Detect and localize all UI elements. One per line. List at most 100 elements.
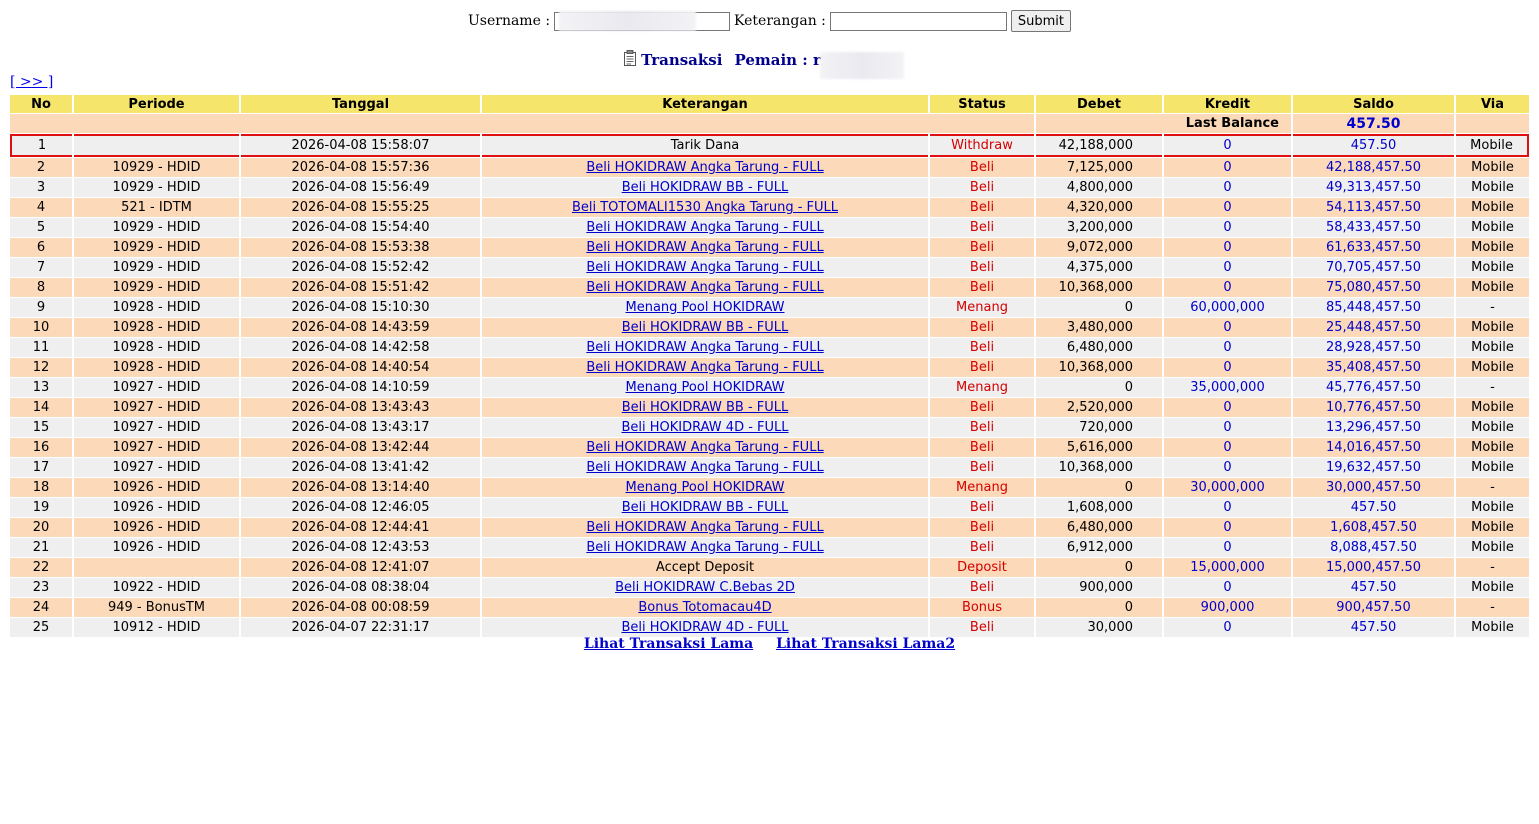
row-saldo: 8,088,457.50 [1293,538,1454,557]
keterangan-input[interactable] [829,11,1007,31]
transaction-detail-link[interactable]: Beli HOKIDRAW C.Bebas 2D [615,580,795,595]
transaction-detail-link[interactable]: Menang Pool HOKIDRAW [626,300,785,315]
row-kredit: 0 [1164,498,1291,517]
transaction-detail-link[interactable]: Menang Pool HOKIDRAW [626,380,785,395]
transaction-detail-link[interactable]: Beli HOKIDRAW BB - FULL [622,180,789,195]
row-periode: 10927 - HDID [74,398,239,417]
table-row: 15 10927 - HDID 2026-04-08 13:43:17 Beli HO… [10,418,1529,437]
transaction-detail-link[interactable]: Beli HOKIDRAW Angka Tarung - FULL [586,360,823,375]
row-keterangan: Tarik Dana [482,134,928,157]
row-status: Beli [930,518,1034,537]
row-saldo: 1,608,457.50 [1293,518,1454,537]
transaction-detail-link[interactable]: Beli HOKIDRAW Angka Tarung - FULL [586,540,823,555]
row-number: 13 [10,378,72,397]
transaction-detail-link[interactable]: Beli HOKIDRAW Angka Tarung - FULL [586,260,823,275]
next-page-link[interactable]: [ >> ] [10,74,53,90]
row-via: - [1456,378,1529,397]
transaction-detail-link[interactable]: Beli HOKIDRAW Angka Tarung - FULL [586,460,823,475]
transaction-detail-link[interactable]: Beli HOKIDRAW 4D - FULL [621,420,788,435]
transaction-detail-link[interactable]: Beli HOKIDRAW Angka Tarung - FULL [586,240,823,255]
row-debet: 0 [1036,598,1162,617]
row-saldo: 19,632,457.50 [1293,458,1454,477]
table-row: 13 10927 - HDID 2026-04-08 14:10:59 Menang … [10,378,1529,397]
row-number: 11 [10,338,72,357]
row-via: Mobile [1456,358,1529,377]
row-status: Beli [930,418,1034,437]
row-keterangan: Beli HOKIDRAW BB - FULL [482,178,928,197]
row-periode: 10929 - HDID [74,218,239,237]
row-saldo: 49,313,457.50 [1293,178,1454,197]
row-keterangan: Beli HOKIDRAW Angka Tarung - FULL [482,518,928,537]
filter-form: Username : Keterangan : Submit [0,9,1539,33]
transaction-detail-link[interactable]: Beli HOKIDRAW BB - FULL [622,400,789,415]
row-tanggal: 2026-04-07 22:31:17 [241,618,480,637]
row-tanggal: 2026-04-08 15:54:40 [241,218,480,237]
row-tanggal: 2026-04-08 08:38:04 [241,578,480,597]
row-via: Mobile [1456,278,1529,297]
row-status: Beli [930,218,1034,237]
row-periode: 10928 - HDID [74,358,239,377]
row-periode: 10928 - HDID [74,298,239,317]
transaction-detail-link[interactable]: Beli HOKIDRAW Angka Tarung - FULL [586,220,823,235]
row-number: 3 [10,178,72,197]
row-tanggal: 2026-04-08 12:44:41 [241,518,480,537]
row-via: Mobile [1456,178,1529,197]
row-status: Menang [930,378,1034,397]
row-status: Beli [930,438,1034,457]
transaction-detail-link[interactable]: Beli HOKIDRAW 4D - FULL [621,620,788,635]
row-keterangan: Beli HOKIDRAW BB - FULL [482,318,928,337]
table-row: 9 10928 - HDID 2026-04-08 15:10:30 Menang P… [10,298,1529,317]
table-header-row: No Periode Tanggal Keterangan Status Debet Kre… [10,95,1529,113]
row-saldo: 61,633,457.50 [1293,238,1454,257]
row-saldo: 35,408,457.50 [1293,358,1454,377]
transaction-detail-link[interactable]: Beli HOKIDRAW BB - FULL [622,500,789,515]
table-row: 23 10922 - HDID 2026-04-08 08:38:04 Beli HO… [10,578,1529,597]
row-number: 22 [10,558,72,577]
table-row: 3 10929 - HDID 2026-04-08 15:56:49 Beli HOK… [10,178,1529,197]
table-row: 17 10927 - HDID 2026-04-08 13:41:42 Beli HO… [10,458,1529,477]
table-row: 20 10926 - HDID 2026-04-08 12:44:41 Beli HO… [10,518,1529,537]
table-row: 16 10927 - HDID 2026-04-08 13:42:44 Beli HO… [10,438,1529,457]
keterangan-label: Keterangan : [734,13,826,29]
row-kredit: 0 [1164,318,1291,337]
row-periode: 10926 - HDID [74,478,239,497]
transaction-detail-link[interactable]: Bonus Totomacau4D [638,600,771,615]
table-row: 22 2026-04-08 12:41:07 Accept Deposit Depos… [10,558,1529,577]
row-debet: 4,800,000 [1036,178,1162,197]
row-tanggal: 2026-04-08 12:41:07 [241,558,480,577]
row-number: 1 [10,134,72,157]
row-saldo: 15,000,457.50 [1293,558,1454,577]
row-via: Mobile [1456,258,1529,277]
transaction-detail-link[interactable]: Menang Pool HOKIDRAW [626,480,785,495]
row-debet: 9,072,000 [1036,238,1162,257]
row-periode [74,134,239,157]
row-saldo: 14,016,457.50 [1293,438,1454,457]
row-number: 5 [10,218,72,237]
table-row: 6 10929 - HDID 2026-04-08 15:53:38 Beli HOK… [10,238,1529,257]
transaction-detail-link[interactable]: Beli HOKIDRAW BB - FULL [622,320,789,335]
clipboard-icon [623,50,637,66]
row-number: 20 [10,518,72,537]
transaction-detail-link[interactable]: Beli HOKIDRAW Angka Tarung - FULL [586,280,823,295]
row-kredit: 0 [1164,134,1291,157]
old-transactions-2-link[interactable]: Lihat Transaksi Lama2 [776,636,955,652]
transaction-detail-link[interactable]: Beli HOKIDRAW Angka Tarung - FULL [586,160,823,175]
row-kredit: 0 [1164,578,1291,597]
footer-links: Lihat Transaksi Lama Lihat Transaksi Lam… [0,636,1539,652]
row-kredit: 60,000,000 [1164,298,1291,317]
transaction-detail-link[interactable]: Beli HOKIDRAW Angka Tarung - FULL [586,340,823,355]
transaction-detail-link[interactable]: Beli TOTOMALI1530 Angka Tarung - FULL [572,200,838,215]
row-keterangan: Beli HOKIDRAW Angka Tarung - FULL [482,458,928,477]
old-transactions-link[interactable]: Lihat Transaksi Lama [584,636,753,652]
submit-button[interactable]: Submit [1010,10,1071,32]
transaction-detail-link[interactable]: Beli HOKIDRAW Angka Tarung - FULL [586,520,823,535]
row-keterangan: Beli HOKIDRAW Angka Tarung - FULL [482,338,928,357]
row-status: Menang [930,298,1034,317]
column-header-saldo: Saldo [1293,95,1454,113]
row-periode: 10929 - HDID [74,178,239,197]
transaction-detail-link[interactable]: Beli HOKIDRAW Angka Tarung - FULL [586,440,823,455]
row-debet: 4,375,000 [1036,258,1162,277]
row-periode: 10928 - HDID [74,318,239,337]
row-periode: 10927 - HDID [74,458,239,477]
row-via: Mobile [1456,578,1529,597]
